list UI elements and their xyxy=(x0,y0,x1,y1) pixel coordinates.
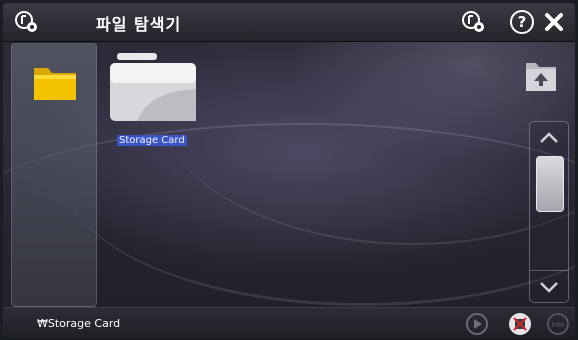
stop-icon[interactable] xyxy=(508,312,532,336)
chevron-down-icon[interactable] xyxy=(530,270,568,303)
scroll-thumb[interactable] xyxy=(536,156,564,212)
storage-card-folder-icon xyxy=(110,53,196,121)
close-x-icon[interactable] xyxy=(540,8,568,36)
question-circle-icon[interactable]: ? xyxy=(508,8,536,36)
status-bar: ₩Storage Card info xyxy=(3,307,575,337)
vertical-scrollbar[interactable] xyxy=(529,121,569,303)
gear-settings-icon[interactable] xyxy=(13,8,41,36)
info-icon[interactable]: info xyxy=(546,312,570,336)
file-name-label: Storage Card xyxy=(117,135,187,146)
folder-up-icon[interactable] xyxy=(524,55,558,93)
current-path: ₩Storage Card xyxy=(37,317,121,330)
chevron-up-icon[interactable] xyxy=(530,122,568,154)
folder-icon[interactable] xyxy=(32,62,78,102)
file-explorer-window: 파일 탐색기 ? Storage Card ₩Storage Card info xyxy=(3,3,575,337)
svg-text:?: ? xyxy=(518,13,527,31)
play-icon[interactable] xyxy=(465,312,489,336)
sidebar-panel xyxy=(11,43,97,307)
file-item-storage-card[interactable]: Storage Card xyxy=(109,51,203,151)
title-bar: 파일 탐색기 ? xyxy=(3,3,575,42)
window-title: 파일 탐색기 xyxy=(96,15,182,34)
gear-settings-icon[interactable] xyxy=(460,8,488,36)
info-label: info xyxy=(551,321,564,329)
